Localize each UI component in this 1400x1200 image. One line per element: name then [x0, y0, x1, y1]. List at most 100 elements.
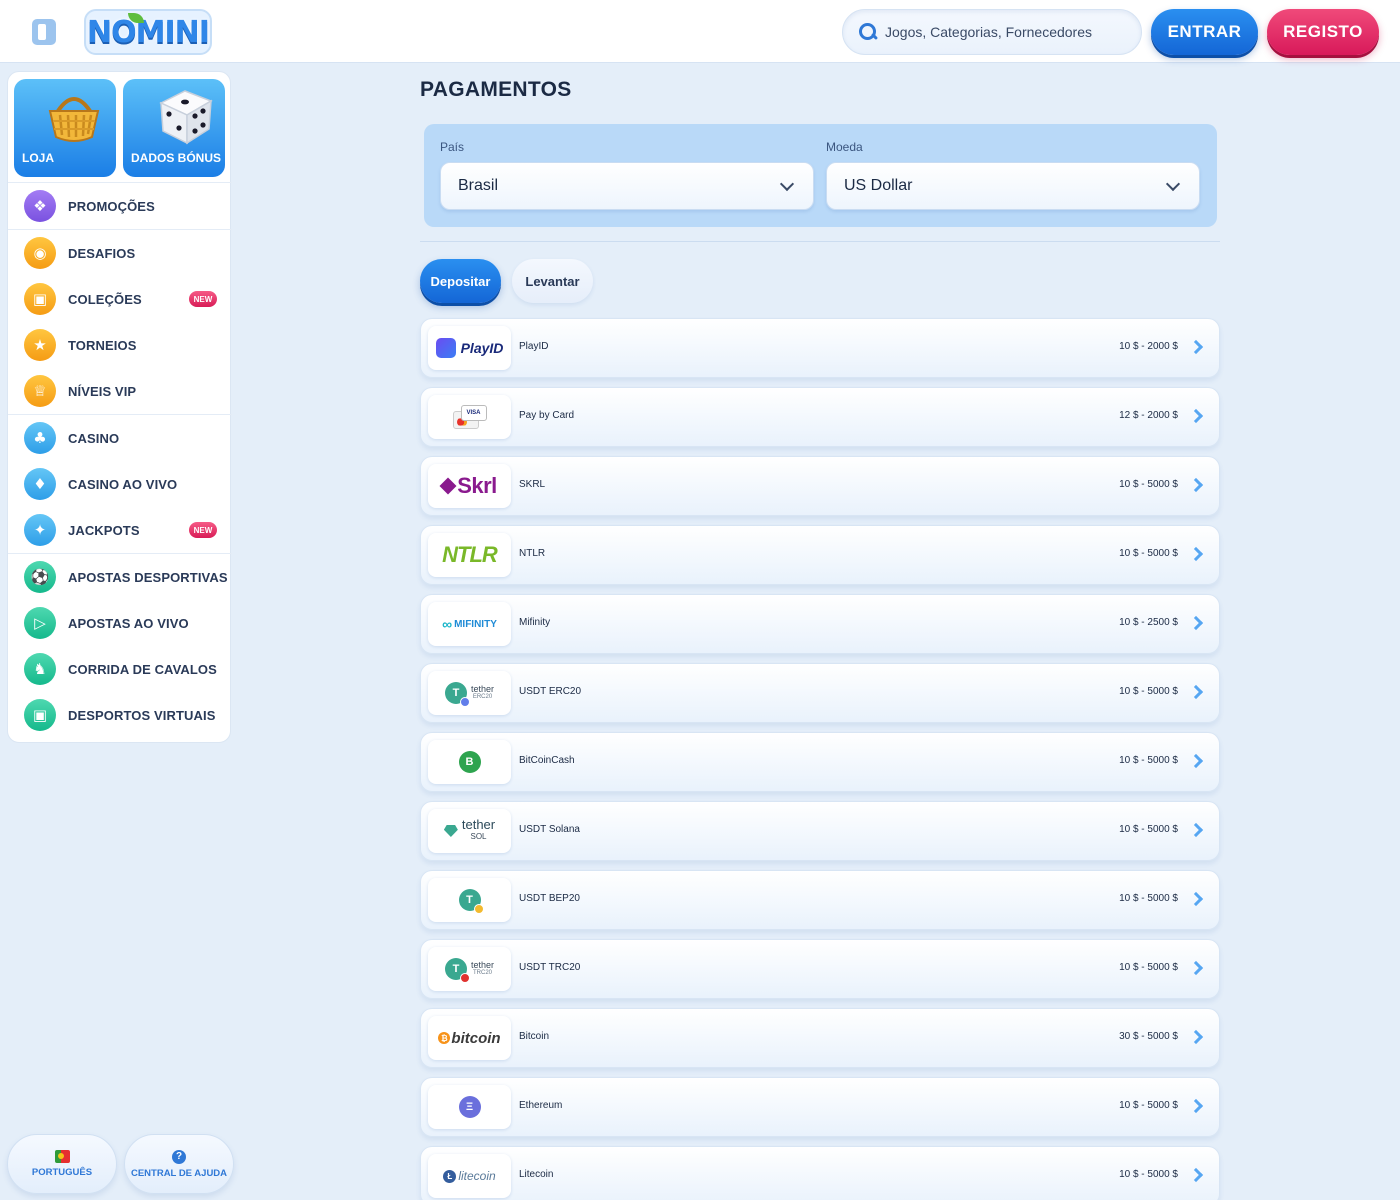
- sidebar-item-apostas-desportivas[interactable]: ⚽ APOSTAS DESPORTIVAS: [8, 554, 232, 600]
- register-button[interactable]: REGISTO: [1267, 9, 1379, 55]
- help-center-button[interactable]: ? CENTRAL DE AJUDA: [124, 1134, 234, 1194]
- payment-method-row[interactable]: T USDT BEP20 10 $ - 5000 $: [420, 870, 1220, 930]
- chevron-right-icon: [1188, 1167, 1204, 1183]
- bitcoin-cash-icon: B: [458, 751, 481, 773]
- payment-logo: NTLR: [428, 533, 511, 577]
- payment-method-limits: 10 $ - 5000 $: [1119, 1100, 1178, 1111]
- payment-method-row[interactable]: T tether TRC20 USDT TRC20 10 $ - 5000 $: [420, 939, 1220, 999]
- sidebar-item-label: TORNEIOS: [68, 337, 137, 353]
- sidebar-toggle-icon[interactable]: [32, 19, 56, 45]
- search-input[interactable]: [885, 24, 1125, 40]
- payment-method-name: BitCoinCash: [519, 755, 575, 766]
- payment-logo: ∞ MIFINITY: [428, 602, 511, 646]
- live-tv-icon: ▷: [24, 607, 56, 639]
- payment-method-limits: 10 $ - 5000 $: [1119, 755, 1178, 766]
- payment-method-row[interactable]: VISA Pay by Card 12 $ - 2000 $: [420, 387, 1220, 447]
- sidebar-item-niveis-vip[interactable]: ♕ NÍVEIS VIP: [8, 368, 232, 414]
- shop-tile[interactable]: LOJA: [14, 79, 116, 177]
- payment-method-row[interactable]: Łlitecoin Litecoin 10 $ - 5000 $: [420, 1146, 1220, 1200]
- tether-logo-text: tether ERC20: [471, 685, 494, 701]
- sidebar-item-jackpots[interactable]: ✦ JACKPOTS NEW: [8, 507, 232, 553]
- sidebar-item-label: JACKPOTS: [68, 522, 140, 538]
- infinity-icon: ∞: [442, 616, 453, 632]
- chevron-right-icon: [1188, 960, 1204, 976]
- sidebar-item-desafios[interactable]: ◉ DESAFIOS: [8, 230, 232, 276]
- sidebar-item-label: COLEÇÕES: [68, 291, 142, 307]
- payment-method-row[interactable]: NTLR NTLR 10 $ - 5000 $: [420, 525, 1220, 585]
- mifinity-logo-text: MIFINITY: [454, 618, 497, 630]
- portugal-flag-icon: [54, 1150, 70, 1163]
- chevron-right-icon: [1188, 615, 1204, 631]
- sidebar-tiles: LOJA DADOS BÓNUS: [14, 79, 226, 177]
- top-header: NOMINI ENTRAR REGISTO: [0, 0, 1400, 63]
- basket-icon: [48, 97, 100, 142]
- sidebar-item-torneios[interactable]: ★ TORNEIOS: [8, 322, 232, 368]
- chevron-right-icon: [1188, 1098, 1204, 1114]
- currency-value: US Dollar: [844, 177, 913, 194]
- help-center-label: CENTRAL DE AJUDA: [130, 1167, 228, 1179]
- country-filter: País Brasil: [440, 140, 814, 210]
- chevron-right-icon: [1188, 477, 1204, 493]
- payment-method-row[interactable]: ₿ bitcoin Bitcoin 30 $ - 5000 $: [420, 1008, 1220, 1068]
- sidebar-item-corrida-de-cavalos[interactable]: ♞ CORRIDA DE CAVALOS: [8, 646, 232, 692]
- country-label: País: [440, 140, 465, 154]
- chevron-right-icon: [1188, 408, 1204, 424]
- sidebar-item-apostas-ao-vivo[interactable]: ▷ APOSTAS AO VIVO: [8, 600, 232, 646]
- payment-filters: País Brasil Moeda US Dollar: [424, 124, 1217, 227]
- payment-method-name: PlayID: [519, 341, 549, 352]
- bitcoin-icon: ₿: [438, 1032, 451, 1044]
- payment-method-row[interactable]: ∞ MIFINITY Mifinity 10 $ - 2500 $: [420, 594, 1220, 654]
- payment-logo: B: [428, 740, 511, 784]
- tether-icon: T: [444, 958, 470, 983]
- payment-logo: Skrl: [428, 464, 511, 508]
- payment-method-row[interactable]: PlayID PlayID 10 $ - 2000 $: [420, 318, 1220, 378]
- litecoin-icon: Ł: [443, 1169, 457, 1183]
- tab-withdraw[interactable]: Levantar: [512, 259, 593, 303]
- payment-method-limits: 10 $ - 2500 $: [1119, 617, 1178, 628]
- sidebar-item-promocoes[interactable]: ❖ PROMOÇÕES: [8, 183, 232, 229]
- site-logo[interactable]: NOMINI: [84, 9, 212, 55]
- tab-deposit[interactable]: Depositar: [420, 259, 501, 303]
- login-button[interactable]: ENTRAR: [1151, 9, 1258, 55]
- payment-method-limits: 10 $ - 5000 $: [1119, 686, 1178, 697]
- sidebar-item-casino-ao-vivo[interactable]: ♦ CASINO AO VIVO: [8, 461, 232, 507]
- search-bar[interactable]: [842, 9, 1142, 55]
- shop-tile-label: LOJA: [22, 151, 55, 165]
- clubs-icon: ♣: [24, 422, 56, 454]
- section-divider: [420, 241, 1220, 242]
- country-select[interactable]: Brasil: [440, 162, 814, 210]
- cards-icon: ▣: [24, 283, 56, 315]
- payment-method-row[interactable]: B BitCoinCash 10 $ - 5000 $: [420, 732, 1220, 792]
- payment-method-row[interactable]: Skrl SKRL 10 $ - 5000 $: [420, 456, 1220, 516]
- sidebar-item-label: DESPORTOS VIRTUAIS: [68, 707, 216, 723]
- payment-method-limits: 10 $ - 5000 $: [1119, 479, 1178, 490]
- payment-method-limits: 12 $ - 2000 $: [1119, 410, 1178, 421]
- payment-method-limits: 10 $ - 2000 $: [1119, 341, 1178, 352]
- payment-method-row[interactable]: tether SOL USDT Solana 10 $ - 5000 $: [420, 801, 1220, 861]
- playid-logo-text: PlayID: [460, 340, 504, 356]
- payment-method-row[interactable]: T tether ERC20 USDT ERC20 10 $ - 5000 $: [420, 663, 1220, 723]
- language-button[interactable]: PORTUGUÊS: [7, 1134, 117, 1194]
- payment-method-name: Ethereum: [519, 1100, 563, 1111]
- bonus-dice-tile[interactable]: DADOS BÓNUS: [123, 79, 225, 177]
- payment-logo: T tether ERC20: [428, 671, 511, 715]
- sidebar-item-desportos-virtuais[interactable]: ▣ DESPORTOS VIRTUAIS: [8, 692, 232, 738]
- currency-select[interactable]: US Dollar: [826, 162, 1200, 210]
- country-value: Brasil: [458, 177, 499, 194]
- cards-logo: VISA: [452, 405, 487, 429]
- payment-method-name: Litecoin: [519, 1169, 554, 1180]
- payment-logo: PlayID: [428, 326, 511, 370]
- visa-card-icon: VISA: [460, 405, 487, 421]
- payment-method-row[interactable]: Ξ Ethereum 10 $ - 5000 $: [420, 1077, 1220, 1137]
- sidebar-item-label: CASINO: [68, 430, 120, 446]
- sidebar-item-label: CORRIDA DE CAVALOS: [68, 661, 217, 677]
- sidebar-item-label: APOSTAS DESPORTIVAS: [68, 569, 228, 585]
- payment-method-name: USDT TRC20: [519, 962, 581, 973]
- payment-method-limits: 10 $ - 5000 $: [1119, 1169, 1178, 1180]
- ethereum-network-icon: [459, 697, 470, 707]
- sidebar-item-colecoes[interactable]: ▣ COLEÇÕES NEW: [8, 276, 232, 322]
- currency-label: Moeda: [826, 140, 863, 154]
- sidebar-item-casino[interactable]: ♣ CASINO: [8, 415, 232, 461]
- playid-logo: PlayID: [435, 338, 504, 358]
- horse-icon: ♞: [24, 653, 56, 685]
